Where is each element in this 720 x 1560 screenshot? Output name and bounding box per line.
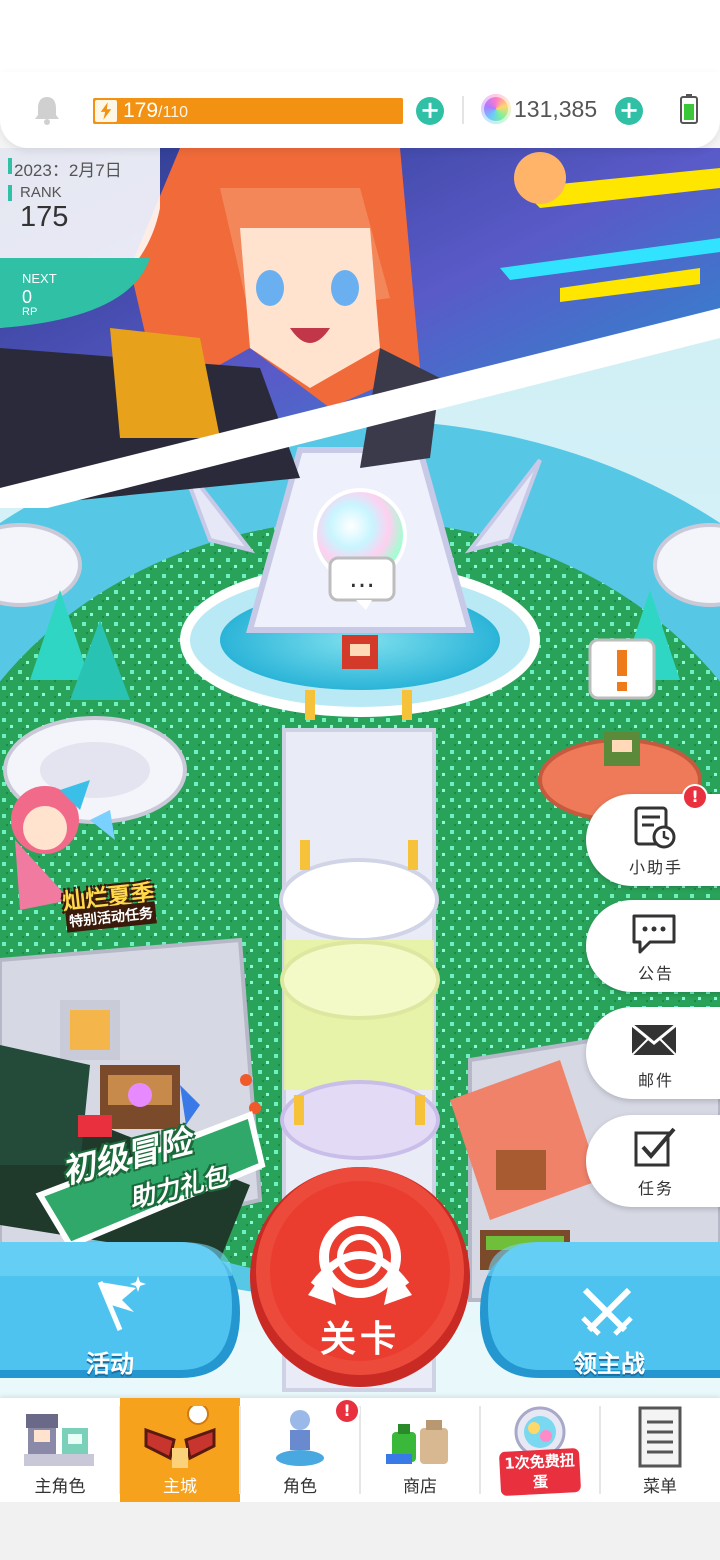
stage-label: 关卡 [319, 1319, 400, 1360]
crossed-swords-icon [581, 1287, 633, 1336]
resource-bar: 179/110 + 131,385 + [0, 72, 720, 148]
add-stamina-button[interactable]: + [416, 97, 444, 125]
gem-icon [481, 94, 511, 124]
hero-characters-icon [24, 1414, 94, 1466]
rank-value: 175 [20, 201, 69, 233]
add-gems-button[interactable]: + [615, 97, 643, 125]
gacha-free-text: 1次免费扭蛋 [503, 1451, 576, 1492]
nav-characters-label: 角色 [283, 1477, 317, 1497]
event-button[interactable]: 活动 [0, 1238, 245, 1388]
mail-button[interactable]: 邮件 [586, 1007, 720, 1099]
menu-list-icon [638, 1406, 682, 1468]
main-city-icon [144, 1406, 216, 1468]
next-label: NEXT [22, 271, 57, 286]
task-label: 任务 [637, 1179, 674, 1198]
npc-speech-bubble[interactable]: … [330, 560, 394, 602]
characters-alert-badge: ! [334, 1398, 360, 1424]
rank-accent [8, 185, 12, 201]
date-accent [8, 158, 12, 174]
next-unit: RP [22, 306, 38, 318]
nav-shop-label: 商店 [403, 1477, 437, 1497]
mail-icon [631, 1023, 677, 1056]
assistant-clock-icon [634, 806, 676, 849]
task-button[interactable]: 任务 [586, 1115, 720, 1207]
bell-icon[interactable] [32, 94, 62, 126]
chat-bubble-icon [632, 914, 676, 954]
nav-menu-label: 菜单 [643, 1477, 677, 1497]
flag-icon [97, 1276, 146, 1331]
event-label: 活动 [86, 1350, 134, 1378]
stamina-text: 179/110 [123, 98, 188, 124]
lord-battle-button[interactable]: 领主战 [475, 1238, 720, 1388]
rank-label: RANK [20, 184, 62, 201]
system-bottom-area [0, 1502, 720, 1560]
divider [462, 96, 464, 124]
gem-count: 131,385 [514, 96, 598, 122]
checkbox-icon [634, 1127, 676, 1167]
lord-battle-label: 领主战 [573, 1350, 645, 1378]
stamina-current: 179 [123, 99, 159, 122]
nav-main-characters-label: 主角色 [34, 1477, 86, 1497]
bottom-nav: 主角色 主城 角色 ! 商店 1次免费扭蛋 菜单 [0, 1398, 720, 1502]
assistant-alert-badge: ! [682, 784, 708, 810]
mail-label: 邮件 [637, 1071, 674, 1090]
nav-shop[interactable]: 商店 [360, 1398, 480, 1502]
current-date: 2023：2月7日 [14, 161, 122, 180]
status-strip [0, 0, 720, 72]
notice-label: 公告 [637, 964, 674, 983]
notice-button[interactable]: 公告 [586, 900, 720, 992]
stamina-max: /110 [158, 104, 188, 121]
next-value: 0 [22, 287, 33, 307]
nav-gacha[interactable]: 1次免费扭蛋 [480, 1398, 600, 1502]
lightning-icon [95, 100, 117, 122]
nav-main-city-label: 主城 [163, 1477, 197, 1497]
character-icon [276, 1410, 324, 1466]
assistant-label: 小助手 [628, 858, 683, 877]
stamina-bar: 179/110 [93, 98, 403, 124]
nav-main-characters[interactable]: 主角色 [0, 1398, 120, 1502]
nav-menu[interactable]: 菜单 [600, 1398, 720, 1502]
battery-icon [680, 94, 698, 124]
shop-icon [386, 1420, 448, 1464]
nav-main-city[interactable]: 主城 [120, 1398, 240, 1502]
